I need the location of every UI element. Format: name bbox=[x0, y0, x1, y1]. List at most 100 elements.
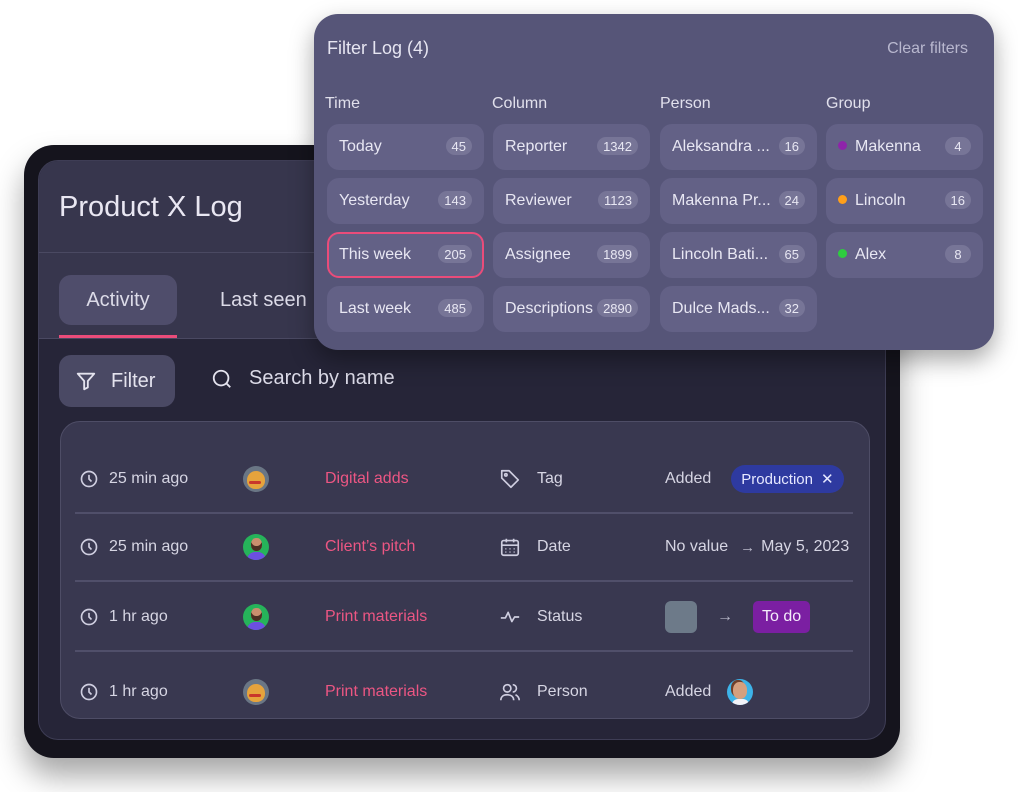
filter-button[interactable]: Filter bbox=[59, 355, 175, 407]
chip-count: 45 bbox=[445, 137, 472, 155]
filter-chip-today[interactable]: Today 45 bbox=[327, 124, 484, 170]
log-row[interactable]: 25 min ago Digital adds Tag Added Produc… bbox=[75, 446, 853, 514]
chip-count: 485 bbox=[438, 299, 472, 317]
status-old-swatch bbox=[665, 601, 697, 633]
user-avatar[interactable] bbox=[243, 534, 269, 560]
column-title-column: Column bbox=[492, 95, 548, 112]
column-title-group: Group bbox=[826, 95, 871, 112]
item-link[interactable]: Print materials bbox=[325, 683, 427, 701]
close-icon[interactable]: ✕ bbox=[821, 470, 834, 488]
filter-chip-reviewer[interactable]: Reviewer 1123 bbox=[493, 178, 650, 224]
user-avatar[interactable] bbox=[243, 604, 269, 630]
arrow-right-icon: → bbox=[717, 608, 733, 625]
chip-label: Reporter bbox=[505, 138, 568, 155]
chip-count: 2890 bbox=[597, 299, 638, 317]
item-link[interactable]: Print materials bbox=[325, 608, 427, 626]
search-input[interactable]: Search by name bbox=[211, 367, 395, 390]
filter-button-label: Filter bbox=[111, 369, 156, 392]
chip-label: Descriptions bbox=[505, 300, 594, 317]
chip-count: 16 bbox=[944, 191, 971, 209]
group-color-dot bbox=[838, 248, 847, 258]
chip-count: 8 bbox=[945, 245, 971, 263]
row-time: 1 hr ago bbox=[109, 608, 168, 625]
chip-label: Aleksandra ... bbox=[672, 138, 770, 155]
status-badge: To do bbox=[753, 601, 811, 633]
log-row[interactable]: 1 hr ago Print materials Person Added bbox=[75, 658, 853, 726]
chip-label: Lincoln bbox=[855, 192, 906, 209]
chip-count: 1342 bbox=[597, 137, 638, 155]
chip-label: Lincoln Bati... bbox=[672, 246, 769, 263]
filter-popup: Filter Log (4) Clear filters Time Column… bbox=[314, 14, 994, 350]
popup-title: Filter Log (4) bbox=[327, 38, 430, 58]
column-title-time: Time bbox=[325, 95, 360, 112]
row-time: 25 min ago bbox=[109, 470, 189, 487]
filter-chip-this-week[interactable]: This week 205 bbox=[327, 232, 484, 278]
filter-chip-person[interactable]: Lincoln Bati... 65 bbox=[660, 232, 817, 278]
field-name: Person bbox=[537, 683, 588, 700]
filter-chip-group[interactable]: Lincoln 16 bbox=[826, 178, 983, 224]
filter-chip-person[interactable]: Makenna Pr... 24 bbox=[660, 178, 817, 224]
chip-label: Assignee bbox=[505, 246, 571, 263]
filter-chip-reporter[interactable]: Reporter 1342 bbox=[493, 124, 650, 170]
column-title-person: Person bbox=[660, 95, 711, 112]
chip-count: 1123 bbox=[598, 191, 638, 209]
chip-label: Makenna bbox=[855, 138, 921, 155]
chip-count: 16 bbox=[778, 137, 805, 155]
filter-chip-descriptions[interactable]: Descriptions 2890 bbox=[493, 286, 650, 332]
page-title: Product X Log bbox=[59, 191, 243, 223]
active-tab-indicator bbox=[59, 335, 177, 338]
clock-icon bbox=[80, 683, 98, 701]
clock-icon bbox=[80, 470, 98, 488]
field-name: Date bbox=[537, 538, 571, 555]
item-link[interactable]: Digital adds bbox=[325, 470, 409, 488]
chip-count: 4 bbox=[945, 137, 971, 155]
change-to: May 5, 2023 bbox=[761, 538, 850, 555]
activity-list: 25 min ago Digital adds Tag Added Produc… bbox=[60, 421, 870, 719]
chip-label: Makenna Pr... bbox=[672, 192, 771, 209]
search-placeholder: Search by name bbox=[249, 367, 395, 389]
chip-count: 32 bbox=[778, 299, 805, 317]
item-link[interactable]: Client’s pitch bbox=[325, 538, 415, 556]
change-label: Added bbox=[665, 683, 712, 700]
chip-label: This week bbox=[339, 246, 412, 263]
log-row[interactable]: 25 min ago Client’s pitch Date No value … bbox=[75, 514, 853, 582]
field-name: Status bbox=[537, 608, 583, 625]
chip-label: Today bbox=[339, 138, 382, 155]
chip-label: Yesterday bbox=[339, 192, 410, 209]
chip-label: Dulce Mads... bbox=[672, 300, 770, 317]
tab-last-seen[interactable]: Last seen bbox=[199, 275, 328, 325]
clock-icon bbox=[80, 538, 98, 556]
tag-label: Production bbox=[741, 470, 813, 488]
group-color-dot bbox=[838, 194, 847, 204]
search-icon bbox=[212, 369, 231, 388]
group-color-dot bbox=[838, 140, 847, 150]
funnel-icon bbox=[76, 372, 96, 391]
tag-chip[interactable]: Production ✕ bbox=[731, 465, 844, 493]
filter-chip-group[interactable]: Makenna 4 bbox=[826, 124, 983, 170]
filter-chip-assignee[interactable]: Assignee 1899 bbox=[493, 232, 650, 278]
chip-count: 24 bbox=[778, 191, 805, 209]
chip-count: 143 bbox=[438, 191, 472, 209]
tab-activity[interactable]: Activity bbox=[59, 275, 177, 325]
chip-count: 1899 bbox=[597, 245, 638, 263]
filter-chip-person[interactable]: Dulce Mads... 32 bbox=[660, 286, 817, 332]
row-time: 1 hr ago bbox=[109, 683, 168, 700]
chip-label: Reviewer bbox=[505, 192, 572, 209]
filter-chip-yesterday[interactable]: Yesterday 143 bbox=[327, 178, 484, 224]
filter-chip-last-week[interactable]: Last week 485 bbox=[327, 286, 484, 332]
added-person-avatar[interactable] bbox=[727, 679, 754, 705]
user-avatar[interactable] bbox=[243, 466, 269, 492]
chip-label: Last week bbox=[339, 300, 412, 317]
row-time: 25 min ago bbox=[109, 538, 189, 555]
activity-icon bbox=[500, 611, 520, 623]
filter-chip-group[interactable]: Alex 8 bbox=[826, 232, 983, 278]
field-name: Tag bbox=[537, 470, 563, 487]
change-label: Added bbox=[665, 470, 712, 487]
users-icon bbox=[500, 683, 520, 701]
chip-label: Alex bbox=[855, 246, 887, 263]
filter-chip-person[interactable]: Aleksandra ... 16 bbox=[660, 124, 817, 170]
clear-filters-button[interactable]: Clear filters bbox=[887, 40, 968, 58]
user-avatar[interactable] bbox=[243, 679, 269, 705]
chip-count: 65 bbox=[778, 245, 805, 263]
log-row[interactable]: 1 hr ago Print materials Status → To do bbox=[75, 584, 853, 652]
